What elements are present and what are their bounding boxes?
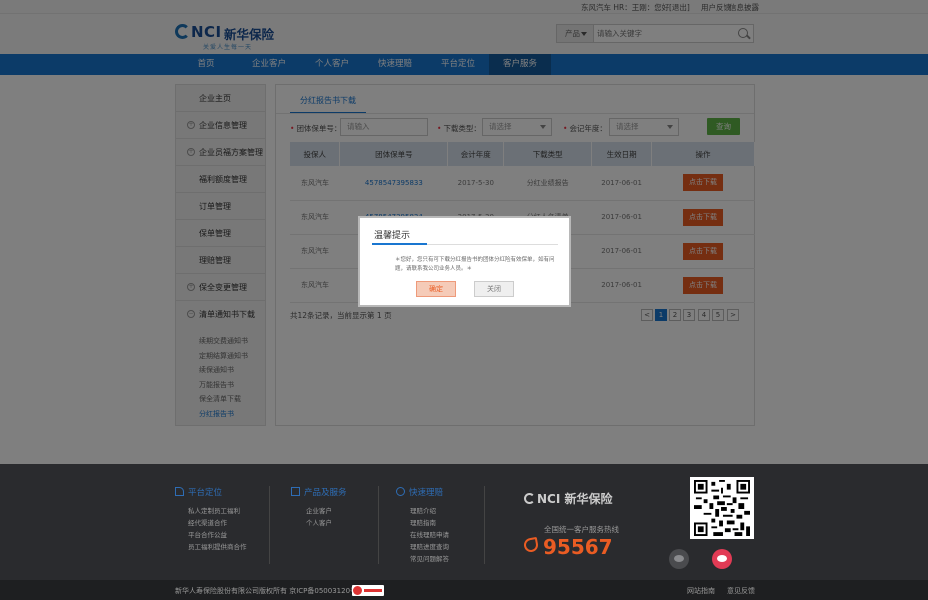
- footer-logo: NCI 新华保险: [524, 490, 613, 507]
- qr-code-icon: [694, 480, 750, 536]
- footer-link[interactable]: 私人定制员工福利: [188, 505, 240, 515]
- copyright-bar: 新华人寿保险股份有限公司版权所有 京ICP备05003120号 网站指南 意见反…: [0, 580, 928, 600]
- footer-heading-claims: 快速理赔: [396, 486, 443, 498]
- footer-link[interactable]: 理赔进度查询: [410, 541, 449, 551]
- footer-link[interactable]: 个人客户: [306, 517, 332, 527]
- footer-link[interactable]: 常见问题解答: [410, 553, 449, 563]
- dialog-message: ＊您好，您只有可下载分红报告书的团体分红险有效保单，如有问题，请联系我公司业务人…: [395, 257, 555, 272]
- phone-icon: [522, 536, 540, 554]
- footer-divider: [269, 486, 270, 564]
- dialog-title: 温馨提示: [374, 231, 411, 241]
- grid-icon: [291, 487, 300, 496]
- notice-dialog: 温馨提示 ＊您好，您只有可下载分红报告书的团体分红险有效保单，如有问题，请联系我…: [358, 216, 571, 307]
- wechat-icon[interactable]: [669, 549, 689, 569]
- footer-heading-platform: 平台定位: [175, 486, 222, 498]
- footer-link[interactable]: 员工福利提供商合作: [188, 541, 247, 551]
- footer-guide-link[interactable]: 网站指南: [687, 586, 715, 596]
- close-button[interactable]: 关闭: [474, 281, 514, 297]
- send-icon: [175, 487, 184, 496]
- footer-feedback-link[interactable]: 意见反馈: [727, 586, 755, 596]
- copyright-text: 新华人寿保险股份有限公司版权所有 京ICP备05003120号: [175, 587, 358, 595]
- hotline-title: 全国统一客户服务热线: [544, 525, 619, 534]
- weibo-icon[interactable]: [712, 549, 732, 569]
- footer-link[interactable]: 理赔指南: [410, 517, 436, 527]
- confirm-button[interactable]: 确定: [416, 281, 456, 297]
- footer-link[interactable]: 理赔介绍: [410, 505, 436, 515]
- footer-link[interactable]: 企业客户: [306, 505, 332, 515]
- footer: 平台定位 私人定制员工福利 经代渠道合作 平台合作公益 员工福利提供商合作 产品…: [0, 464, 928, 580]
- qr-code: [690, 477, 754, 539]
- footer-link[interactable]: 在线理赔申请: [410, 529, 449, 539]
- gov-badge-icon[interactable]: [352, 585, 384, 596]
- dialog-title-underline: [372, 243, 427, 245]
- footer-heading-products: 产品及服务: [291, 486, 347, 498]
- footer-link[interactable]: 平台合作公益: [188, 529, 227, 539]
- hotline-number: 95567: [543, 535, 613, 559]
- logo-ring-icon: [524, 493, 535, 504]
- footer-divider: [484, 486, 485, 564]
- footer-divider: [378, 486, 379, 564]
- footer-link[interactable]: 经代渠道合作: [188, 517, 227, 527]
- shield-icon: [396, 487, 405, 496]
